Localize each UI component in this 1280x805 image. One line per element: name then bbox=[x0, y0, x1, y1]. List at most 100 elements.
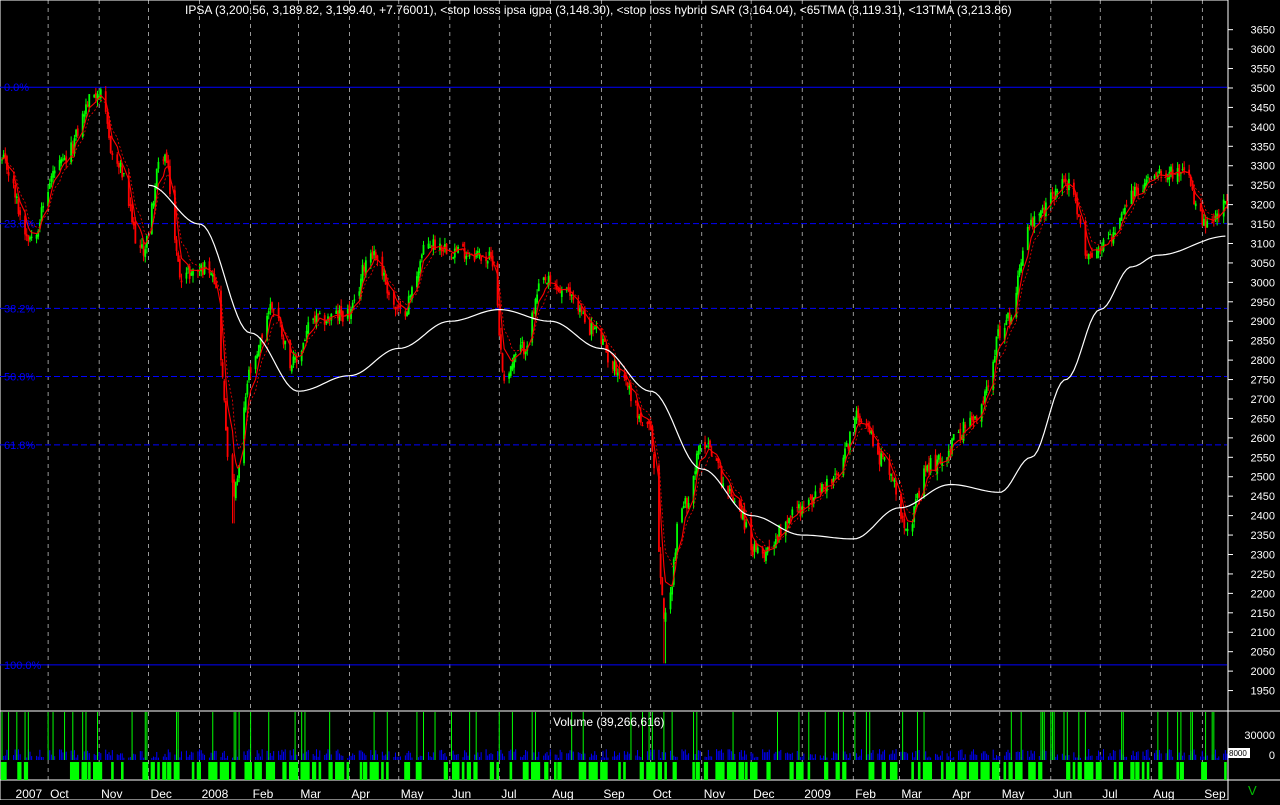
candle-body bbox=[588, 318, 591, 336]
candle-body bbox=[304, 339, 306, 341]
candle-body bbox=[132, 221, 135, 226]
candle-body bbox=[715, 458, 718, 461]
candle-body bbox=[616, 372, 619, 376]
candle-body bbox=[164, 154, 166, 162]
price-tick-label: 2800 bbox=[1251, 355, 1275, 367]
signal-segment bbox=[111, 762, 114, 780]
price-tick-label: 2650 bbox=[1251, 413, 1275, 425]
candle-body bbox=[957, 432, 960, 434]
x-tick-label: May bbox=[1002, 787, 1025, 800]
price-tick-label: 2000 bbox=[1251, 666, 1275, 678]
price-tick-label: 2150 bbox=[1251, 608, 1275, 620]
candle-body bbox=[1021, 250, 1024, 266]
candle-body bbox=[1132, 191, 1135, 200]
price-tick-label: 3450 bbox=[1251, 102, 1275, 114]
candle-body bbox=[776, 535, 779, 539]
candle-body bbox=[50, 176, 53, 182]
candle-body bbox=[358, 291, 361, 296]
candle-body bbox=[1206, 221, 1209, 228]
candle-body bbox=[231, 454, 234, 483]
candle-body bbox=[891, 476, 894, 481]
candle-body bbox=[997, 329, 1000, 336]
candle-body bbox=[190, 272, 193, 276]
candle-body bbox=[878, 451, 881, 465]
candle-body bbox=[25, 234, 28, 237]
signal-segment bbox=[341, 762, 345, 780]
fib-label: 0.0% bbox=[4, 82, 29, 94]
candle-body bbox=[880, 453, 883, 466]
signal-segment bbox=[407, 762, 411, 780]
candle-body bbox=[167, 160, 170, 168]
signal-segment bbox=[232, 762, 236, 780]
candle-body bbox=[272, 308, 275, 311]
x-tick-label: 2008 bbox=[202, 787, 229, 800]
candle-body bbox=[85, 104, 87, 115]
candle-body bbox=[404, 311, 407, 317]
candle-body bbox=[1122, 211, 1125, 213]
signal-segment bbox=[145, 762, 149, 780]
candle-body bbox=[669, 592, 672, 610]
candle-body bbox=[537, 283, 540, 291]
candle-body bbox=[223, 380, 226, 401]
signal-segment bbox=[871, 762, 875, 780]
candle-body bbox=[15, 196, 18, 199]
candle-body bbox=[417, 271, 420, 279]
signal-segment bbox=[545, 762, 549, 780]
candle-body bbox=[641, 425, 644, 427]
candle-body bbox=[916, 493, 919, 499]
signal-segment bbox=[1146, 762, 1150, 780]
candle-body bbox=[177, 252, 180, 262]
x-tick-label: Feb bbox=[253, 787, 274, 800]
candle-body bbox=[409, 295, 412, 298]
candle-body bbox=[995, 336, 998, 356]
signal-segment bbox=[88, 762, 91, 780]
candle-body bbox=[1153, 175, 1156, 179]
candle-body bbox=[462, 243, 464, 247]
x-tick-label: Jun bbox=[452, 787, 471, 800]
candle-body bbox=[1086, 254, 1088, 257]
candle-body bbox=[705, 446, 708, 448]
candle-body bbox=[1, 159, 3, 161]
candle-body bbox=[653, 454, 655, 469]
candle-body bbox=[62, 159, 64, 161]
signal-segment bbox=[623, 762, 626, 780]
candle-body bbox=[53, 170, 56, 174]
candle-body bbox=[662, 598, 665, 619]
candle-body bbox=[1201, 210, 1204, 225]
candle-body bbox=[1191, 186, 1194, 190]
candle-body bbox=[141, 244, 143, 248]
candle-body bbox=[394, 306, 397, 310]
candle-body bbox=[855, 410, 858, 421]
candle-body bbox=[254, 356, 257, 370]
candle-body bbox=[727, 485, 730, 493]
price-tick-label: 3000 bbox=[1251, 277, 1275, 289]
candle-body bbox=[234, 482, 237, 499]
candle-body bbox=[728, 488, 731, 492]
candle-body bbox=[1028, 227, 1031, 229]
signal-segment bbox=[84, 762, 88, 780]
candle-body bbox=[1038, 214, 1041, 216]
signal-segment bbox=[214, 762, 218, 780]
candle-body bbox=[674, 552, 677, 559]
candle-body bbox=[48, 182, 51, 189]
candle-body bbox=[178, 258, 181, 278]
signal-segment bbox=[18, 762, 22, 780]
x-tick-label: Apr bbox=[952, 787, 971, 800]
candle-body bbox=[1130, 190, 1133, 205]
x-tick-label: Feb bbox=[855, 787, 876, 800]
candle-body bbox=[386, 282, 389, 294]
candle-body bbox=[514, 354, 517, 356]
candle-body bbox=[75, 129, 77, 137]
candle-body bbox=[427, 243, 430, 249]
candle-body bbox=[549, 275, 552, 282]
candle-body bbox=[937, 454, 940, 460]
candle-body bbox=[928, 462, 930, 472]
price-tick-label: 3300 bbox=[1251, 161, 1275, 173]
candle-body bbox=[590, 323, 593, 335]
signal-segment bbox=[295, 762, 299, 780]
candle-body bbox=[532, 311, 535, 314]
candle-body bbox=[416, 276, 418, 288]
x-tick-label: Jul bbox=[1102, 787, 1117, 800]
candle-body bbox=[292, 356, 295, 366]
price-tick-label: 2550 bbox=[1251, 452, 1275, 464]
